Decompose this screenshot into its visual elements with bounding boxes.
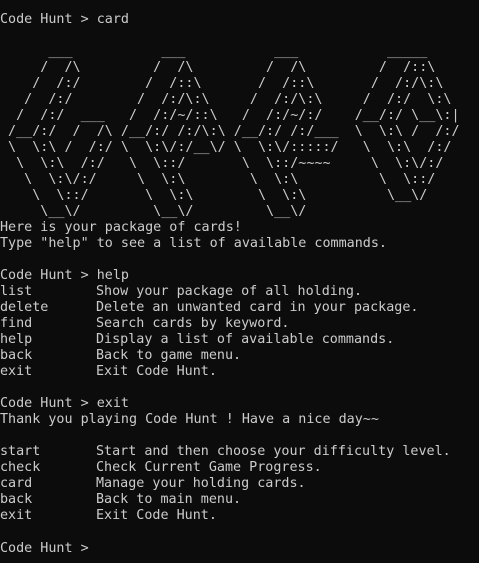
prompt-line-help: Code Hunt > help xyxy=(0,268,129,283)
command-description: Search cards by keyword. xyxy=(96,316,290,331)
command-name: list xyxy=(0,284,33,299)
command-name: card xyxy=(0,476,33,491)
command-name: delete xyxy=(0,300,49,315)
command-description: Back to main menu. xyxy=(96,492,242,507)
command-description: Check Current Game Progress. xyxy=(96,460,322,475)
command-name: find xyxy=(0,316,33,331)
help-hint: Type "help" to see a list of available c… xyxy=(0,236,387,251)
command-description: Start and then choose your difficulty le… xyxy=(96,444,451,459)
command-row: help Display a list of available command… xyxy=(0,332,479,348)
ascii-art-line: \ \:\ / /:/ \ \:\/:/__\/ \ \:\/:::::/ \ … xyxy=(0,140,452,155)
command-name: start xyxy=(0,444,41,459)
goodbye-message: Thank you playing Code Hunt ! Have a nic… xyxy=(0,412,379,427)
command-description: Exit Code Hunt. xyxy=(96,364,217,379)
ascii-art-line: ___ ___ ___ _____ xyxy=(0,44,428,59)
text-cursor xyxy=(97,540,104,554)
command-row: back Back to main menu. xyxy=(0,492,479,508)
ascii-art-line: /__/:/ / /\ /__/:/ /:/\:\ /__/:/ /:/___ … xyxy=(0,124,460,139)
ascii-art-line: / /:/ / /:/\:\ / /:/\:\ / /:/ \:\ xyxy=(0,92,452,107)
ascii-art-line: / /:/ / /::\ / /::\ / /:/\:\ xyxy=(0,76,444,91)
ascii-art-line: / /:/ ___ / /:/~/::\ / /:/~/:/ /__/:/ \_… xyxy=(0,108,460,123)
command-name: exit xyxy=(0,508,33,523)
terminal-window[interactable]: Code Hunt > card ___ ___ ___ _____ / /\ … xyxy=(0,0,479,563)
command-row: start Start and then choose your difficu… xyxy=(0,444,479,460)
main-command-list: start Start and then choose your difficu… xyxy=(0,444,479,524)
command-name: back xyxy=(0,492,33,507)
command-row: find Search cards by keyword. xyxy=(0,316,479,332)
command-row: exit Exit Code Hunt. xyxy=(0,364,479,380)
current-prompt-line[interactable]: Code Hunt > xyxy=(0,540,479,556)
command-description: Show your package of all holding. xyxy=(96,284,363,299)
command-description: Exit Code Hunt. xyxy=(96,508,217,523)
welcome-message: Here is your package of cards! xyxy=(0,220,242,235)
command-name: check xyxy=(0,460,41,475)
current-prompt: Code Hunt > xyxy=(0,541,97,556)
command-row: exit Exit Code Hunt. xyxy=(0,508,479,524)
command-row: delete Delete an unwanted card in your p… xyxy=(0,300,479,316)
ascii-art-line: \ \:\ /:/ \ \::/ \ \::/~~~~ \ \:\/:/ xyxy=(0,156,444,171)
command-row: check Check Current Game Progress. xyxy=(0,460,479,476)
help-command-list: list Show your package of all holding. d… xyxy=(0,284,479,380)
command-description: Display a list of available commands. xyxy=(96,332,395,347)
command-description: Back to game menu. xyxy=(96,348,242,363)
command-name: exit xyxy=(0,364,33,379)
ascii-art-line: \ \:\/:/ \ \:\ \ \:\ \ \::/ xyxy=(0,172,436,187)
command-row: back Back to game menu. xyxy=(0,348,479,364)
ascii-art-line: \__\/ \__\/ \__\/ xyxy=(0,204,307,219)
ascii-art-line: \ \::/ \ \:\ \ \:\ \__\/ xyxy=(0,188,428,203)
command-name: back xyxy=(0,348,33,363)
command-description: Delete an unwanted card in your package. xyxy=(96,300,419,315)
ascii-art-logo: ___ ___ ___ _____ / /\ / /\ / /\ / /::\ … xyxy=(0,44,479,220)
ascii-art-line: / /\ / /\ / /\ / /::\ xyxy=(0,60,436,75)
prompt-line-exit: Code Hunt > exit xyxy=(0,396,129,411)
command-name: help xyxy=(0,332,33,347)
command-description: Manage your holding cards. xyxy=(96,476,306,491)
command-row: list Show your package of all holding. xyxy=(0,284,479,300)
command-row: card Manage your holding cards. xyxy=(0,476,479,492)
prompt-line-card: Code Hunt > card xyxy=(0,12,129,27)
